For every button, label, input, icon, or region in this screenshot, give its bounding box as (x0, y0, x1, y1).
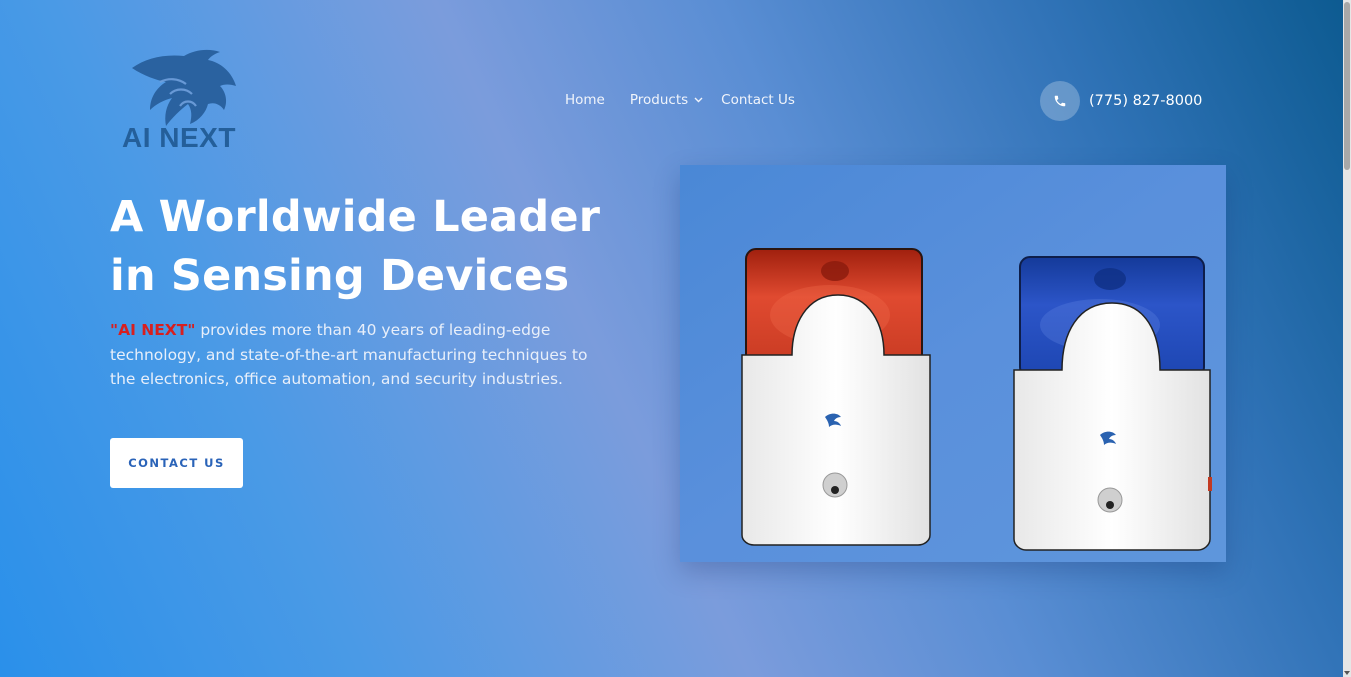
phone-contact[interactable]: (775) 827-8000 (1040, 81, 1202, 121)
contact-us-button[interactable]: CONTACT US (110, 438, 243, 488)
site-logo[interactable]: AI NEXT (120, 48, 250, 156)
phone-icon-circle (1040, 81, 1080, 121)
nav-item-home-label: Home (565, 92, 605, 108)
nav-item-home[interactable]: Home (565, 92, 605, 108)
red-siren (741, 248, 931, 546)
product-photo (680, 165, 1226, 562)
cougar-head-logo-icon (132, 49, 236, 127)
phone-number: (775) 827-8000 (1089, 93, 1203, 109)
chevron-down-icon (694, 95, 703, 106)
page: AI NEXT Home Products Contact Us (775) 8… (0, 0, 1343, 677)
nav-item-contact-us-label: Contact Us (721, 92, 795, 108)
nav-item-products[interactable]: Products (630, 92, 703, 108)
blue-siren (1013, 256, 1212, 551)
scrollbar-thumb[interactable] (1344, 2, 1350, 170)
main-nav: Home Products Contact Us (565, 92, 795, 108)
brand-quote: "AI NEXT" (110, 321, 196, 339)
nav-item-products-label: Products (629, 92, 689, 108)
hero-description: "AI NEXT" provides more than 40 years of… (110, 318, 610, 392)
page-scrollbar[interactable] (1343, 0, 1351, 677)
phone-icon (1054, 95, 1066, 107)
product-image (680, 165, 1226, 562)
logo-wordmark: AI NEXT (122, 122, 236, 153)
hero-title: A Worldwide Leader in Sensing Devices (110, 192, 601, 301)
nav-item-contact-us[interactable]: Contact Us (721, 92, 795, 108)
scroll-down-arrow-icon[interactable] (1344, 671, 1350, 675)
